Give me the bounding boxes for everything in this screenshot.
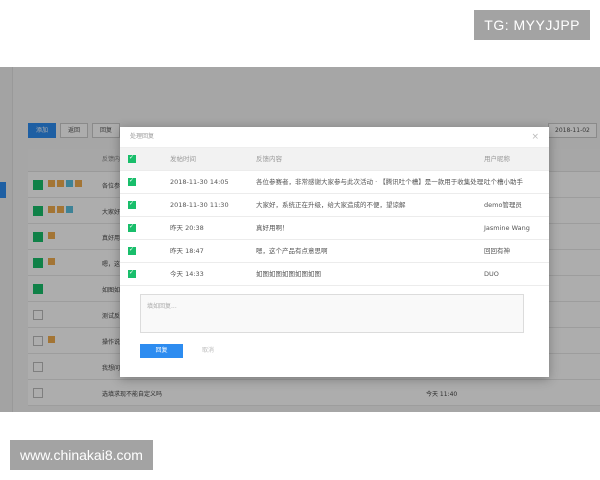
row-checkbox[interactable] <box>128 193 136 215</box>
row-time: 昨天 18:47 <box>170 247 204 255</box>
modal-table-row[interactable]: 2018-11-30 14:05 各位参赛者，非常感谢大家参与此次活动 · 【腾讯… <box>120 170 549 194</box>
row-content: 嗯，这个产品有点意思啊 <box>256 247 328 255</box>
row-time: 昨天 20:38 <box>170 224 204 232</box>
modal-table-row[interactable]: 昨天 18:47 嗯，这个产品有点意思啊 回回有神 <box>120 239 549 263</box>
row-content: 真好用啊！ <box>256 224 289 232</box>
row-checkbox[interactable] <box>128 262 136 284</box>
cancel-button[interactable]: 取消 <box>202 344 214 358</box>
modal-table-row[interactable]: 昨天 20:38 真好用啊！ Jasmine Wang <box>120 216 549 240</box>
row-user: DUO <box>484 270 499 278</box>
select-all-checkbox[interactable] <box>128 147 136 169</box>
modal-header: 处理回复 × <box>120 127 549 148</box>
row-checkbox[interactable] <box>128 239 136 261</box>
reply-modal: 处理回复 × 发帖时间 反馈内容 用户昵称 2018-11-30 14:05 各位… <box>120 127 549 377</box>
row-checkbox[interactable] <box>128 216 136 238</box>
row-user: 吐个槽小助手 <box>484 178 523 186</box>
row-content: 各位参赛者，非常感谢大家参与此次活动 · 【腾讯吐个槽】是一款用于收集处理... <box>256 178 490 186</box>
row-time: 今天 14:33 <box>170 270 204 278</box>
reply-textarea[interactable]: 填如回复... <box>140 294 524 333</box>
row-content: 大家好，系统正在升级，给大家造成的不便，望谅解 <box>256 201 406 209</box>
row-content: 如图如图如图如图如图 <box>256 270 321 278</box>
close-icon[interactable]: × <box>531 127 539 147</box>
col-time-header: 发帖时间 <box>170 155 196 163</box>
col-content-header: 反馈内容 <box>256 155 282 163</box>
row-user: demo管理员 <box>484 201 522 209</box>
watermark-bottom: www.chinakai8.com <box>10 440 153 470</box>
modal-table-header: 发帖时间 反馈内容 用户昵称 <box>120 147 549 171</box>
row-user: Jasmine Wang <box>484 224 530 232</box>
modal-table: 发帖时间 反馈内容 用户昵称 2018-11-30 14:05 各位参赛者，非常感… <box>120 147 549 286</box>
col-user-header: 用户昵称 <box>484 155 510 163</box>
modal-table-row[interactable]: 今天 14:33 如图如图如图如图如图 DUO <box>120 262 549 286</box>
row-time: 2018-11-30 11:30 <box>170 201 229 209</box>
submit-reply-button[interactable]: 回复 <box>140 344 183 358</box>
row-user: 回回有神 <box>484 247 510 255</box>
modal-title: 处理回复 <box>130 133 155 140</box>
row-checkbox[interactable] <box>128 170 136 192</box>
app-window: 添加 返回 回复 2018-11-02 反馈内容 各位参赛者，非常感谢大家参与此… <box>0 67 600 412</box>
modal-table-row[interactable]: 2018-11-30 11:30 大家好，系统正在升级，给大家造成的不便，望谅解 d… <box>120 193 549 217</box>
row-time: 2018-11-30 14:05 <box>170 178 229 186</box>
watermark-top: TG: MYYJJPP <box>474 10 590 40</box>
